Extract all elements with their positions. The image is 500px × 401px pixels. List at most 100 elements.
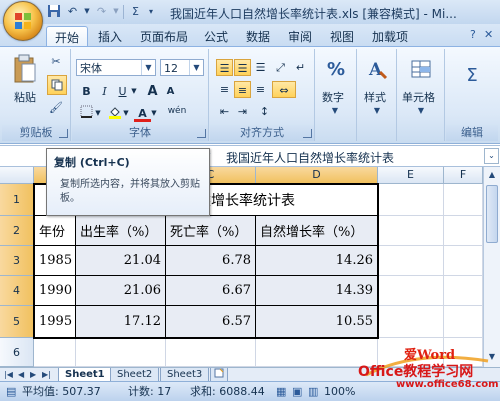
chevron-down-icon[interactable]: ▼ [141,60,155,75]
growth-rate-cell[interactable]: 10.55 [256,306,378,338]
select-all-corner[interactable] [0,167,34,184]
group-styles[interactable]: A 样式 ▼ [358,49,397,141]
font-color-dropdown-icon[interactable]: ▼ [150,105,158,122]
sheet-tab-2[interactable]: Sheet2 [110,368,160,382]
cell[interactable] [378,184,444,216]
underline-dropdown-icon[interactable]: ▼ [130,83,138,100]
customize-qat-icon[interactable]: ▾ [147,4,155,19]
year-cell[interactable]: 1990 [34,276,76,306]
tab-view[interactable]: 视图 [330,28,354,45]
birth-rate-cell[interactable]: 21.04 [76,246,166,276]
chevron-down-icon[interactable]: ▼ [416,105,426,115]
sigma-icon[interactable]: Σ [460,63,484,87]
cell[interactable] [444,276,483,306]
cut-icon[interactable]: ✂ [48,53,64,69]
merge-center-icon[interactable]: ⇔ [272,81,296,98]
font-size-combo[interactable]: 12 ▼ [160,59,204,76]
bold-button[interactable]: B [78,83,95,100]
cell[interactable] [444,246,483,276]
alignment-launcher[interactable] [303,129,312,138]
cell[interactable] [444,216,483,246]
death-rate-cell[interactable]: 6.78 [166,246,256,276]
row-header-4[interactable]: 4 [0,276,34,306]
header-cell-death[interactable]: 死亡率（%） [166,216,256,246]
normal-view-icon[interactable]: ▦ [276,382,286,401]
group-number[interactable]: % 数字 ▼ [316,49,357,141]
cells-icon[interactable] [409,57,433,81]
fill-dropdown-icon[interactable]: ▼ [122,105,130,122]
chevron-down-icon[interactable]: ▼ [189,60,203,75]
row-header-2[interactable]: 2 [0,216,34,246]
paste-icon[interactable] [12,53,38,85]
column-header-e[interactable]: E [378,167,444,184]
grow-font-button[interactable]: A [144,83,161,100]
cell[interactable] [444,306,483,338]
header-cell-growth[interactable]: 自然增长率（%） [256,216,378,246]
copy-icon[interactable] [47,75,67,95]
redo-icon[interactable]: ↷ [94,4,109,19]
scroll-up-icon[interactable]: ▲ [486,169,498,181]
shrink-font-button[interactable]: A [162,83,179,100]
group-cells[interactable]: 单元格 ▼ [398,49,445,141]
sigma-icon[interactable]: Σ [128,4,143,19]
clipboard-launcher[interactable] [59,129,68,138]
first-sheet-icon[interactable]: |◀ [4,368,13,381]
text-direction-icon[interactable]: ↕ [256,103,273,120]
italic-button[interactable]: I [96,83,113,100]
border-icon[interactable] [78,105,95,122]
phonetic-button[interactable]: wén [164,103,190,120]
chevron-down-icon[interactable]: ▼ [372,105,382,115]
align-middle-icon[interactable]: ☰ [234,59,251,76]
insert-sheet-icon[interactable] [210,368,228,382]
year-cell[interactable]: 1995 [34,306,76,338]
last-sheet-icon[interactable]: ▶| [42,368,51,381]
font-name-combo[interactable]: 宋体 ▼ [76,59,156,76]
undo-icon[interactable]: ↶ [65,4,80,19]
font-color-button[interactable]: A [134,105,151,122]
tab-insert[interactable]: 插入 [98,28,122,45]
tab-addins[interactable]: 加载项 [372,28,408,45]
tab-formulas[interactable]: 公式 [204,28,228,45]
row-header-6[interactable]: 6 [0,338,34,367]
header-cell-year[interactable]: 年份 [34,216,76,246]
cell[interactable] [76,338,166,367]
orientation-icon[interactable]: ⤢ [272,59,289,76]
styles-icon[interactable]: A [365,57,389,81]
sheet-tab-1[interactable]: Sheet1 [58,368,112,382]
align-left-icon[interactable]: ≡ [216,81,233,98]
chevron-down-icon[interactable]: ▼ [330,105,340,115]
redo-dropdown-icon[interactable]: ▼ [113,4,119,19]
vertical-scrollbar[interactable]: ▲ ▼ [483,167,500,367]
increase-indent-icon[interactable]: ⇥ [234,103,251,120]
group-editing[interactable]: Σ 编辑 [446,49,498,141]
row-header-5[interactable]: 5 [0,306,34,338]
cell[interactable] [444,184,483,216]
cell[interactable] [378,246,444,276]
cell[interactable] [34,338,76,367]
next-sheet-icon[interactable]: ▶ [30,368,36,381]
office-button[interactable] [3,1,43,41]
column-header-d[interactable]: D [256,167,378,184]
page-break-view-icon[interactable]: ▥ [308,382,318,401]
death-rate-cell[interactable]: 6.67 [166,276,256,306]
number-format-icon[interactable]: % [324,57,348,81]
align-top-icon[interactable]: ☰ [216,59,233,76]
expand-formula-icon[interactable]: ⌄ [484,148,499,164]
border-dropdown-icon[interactable]: ▼ [94,105,102,122]
row-header-3[interactable]: 3 [0,246,34,276]
prev-sheet-icon[interactable]: ◀ [18,368,24,381]
page-layout-view-icon[interactable]: ▣ [292,382,302,401]
column-header-f[interactable]: F [444,167,483,184]
align-bottom-icon[interactable]: ☰ [252,59,269,76]
growth-rate-cell[interactable]: 14.39 [256,276,378,306]
scroll-thumb[interactable] [486,185,498,243]
align-right-icon[interactable]: ≡ [252,81,269,98]
cell[interactable] [378,216,444,246]
death-rate-cell[interactable]: 6.57 [166,306,256,338]
format-painter-icon[interactable]: 🖌 [48,99,64,115]
birth-rate-cell[interactable]: 21.06 [76,276,166,306]
decrease-indent-icon[interactable]: ⇤ [216,103,233,120]
cell[interactable] [378,306,444,338]
ribbon-close-icon[interactable]: ✕ [484,28,493,41]
year-cell[interactable]: 1985 [34,246,76,276]
